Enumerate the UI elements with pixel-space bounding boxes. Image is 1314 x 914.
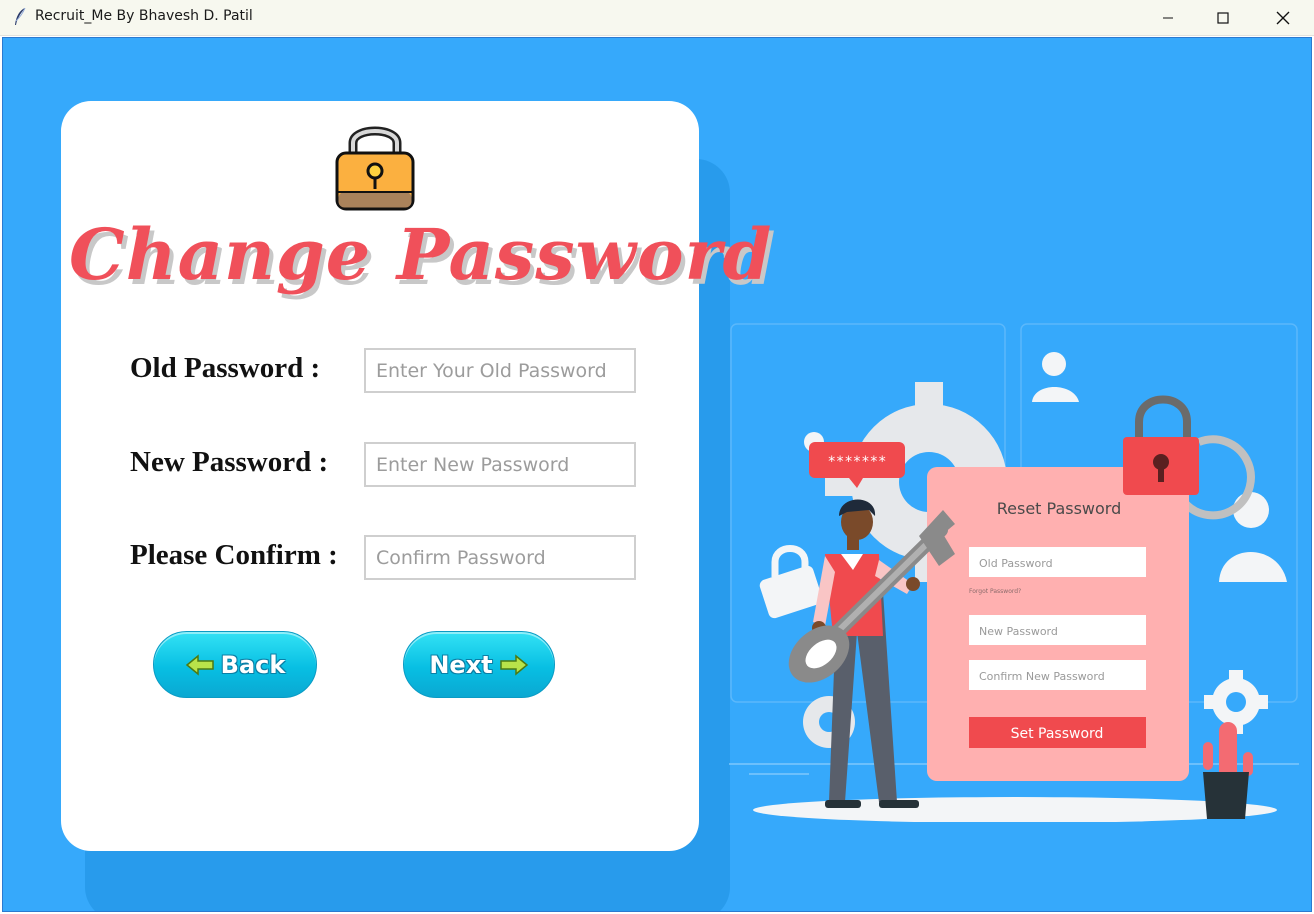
feather-icon — [15, 7, 26, 25]
user-icon — [1219, 492, 1287, 582]
confirm-password-label: Please Confirm : — [130, 539, 338, 571]
arrow-left-icon — [185, 653, 214, 676]
window-title: Recruit_Me By Bhavesh D. Patil — [35, 8, 253, 24]
reset-confirm-placeholder: Confirm New Password — [979, 670, 1105, 683]
old-password-label: Old Password : — [130, 352, 321, 384]
change-password-card: Change Password Old Password : New Passw… — [61, 101, 773, 851]
back-button[interactable]: Back — [153, 631, 317, 698]
old-password-row: Old Password : — [61, 348, 699, 394]
bubble-text: ******* — [827, 454, 886, 470]
next-button[interactable]: Next — [403, 631, 555, 698]
new-password-row: New Password : — [61, 442, 699, 488]
reset-panel-title: Reset Password — [997, 499, 1122, 518]
forgot-password-link: Forgot Password? — [969, 588, 1021, 595]
old-password-input[interactable] — [364, 348, 636, 393]
reset-password-illustration: Reset Password Old Password Forgot Passw… — [729, 323, 1299, 822]
padlock-icon — [335, 126, 415, 211]
next-button-label: Next — [429, 650, 493, 679]
confirm-password-row: Please Confirm : — [61, 535, 699, 581]
minimize-button[interactable] — [1145, 0, 1191, 36]
minimize-icon — [1163, 17, 1173, 19]
window-titlebar: Recruit_Me By Bhavesh D. Patil — [0, 0, 1314, 36]
confirm-password-input[interactable] — [364, 535, 636, 580]
padlock-icon — [1123, 395, 1199, 495]
close-icon — [1276, 11, 1290, 25]
reset-old-placeholder: Old Password — [979, 557, 1053, 570]
user-icon — [1032, 352, 1079, 402]
lock-icon — [759, 545, 823, 619]
maximize-icon — [1217, 12, 1229, 24]
arrow-right-icon — [499, 653, 528, 676]
back-button-label: Back — [220, 650, 286, 679]
cactus-icon — [1203, 722, 1253, 819]
page-title: Change Password — [69, 213, 773, 296]
new-password-label: New Password : — [130, 446, 329, 478]
reset-new-placeholder: New Password — [979, 625, 1058, 638]
set-password-label: Set Password — [1011, 726, 1104, 742]
close-button[interactable] — [1260, 0, 1306, 36]
new-password-input[interactable] — [364, 442, 636, 487]
maximize-button[interactable] — [1200, 0, 1246, 36]
gear-icon — [1204, 670, 1268, 734]
window-client-area: Change Password Old Password : New Passw… — [2, 37, 1312, 912]
